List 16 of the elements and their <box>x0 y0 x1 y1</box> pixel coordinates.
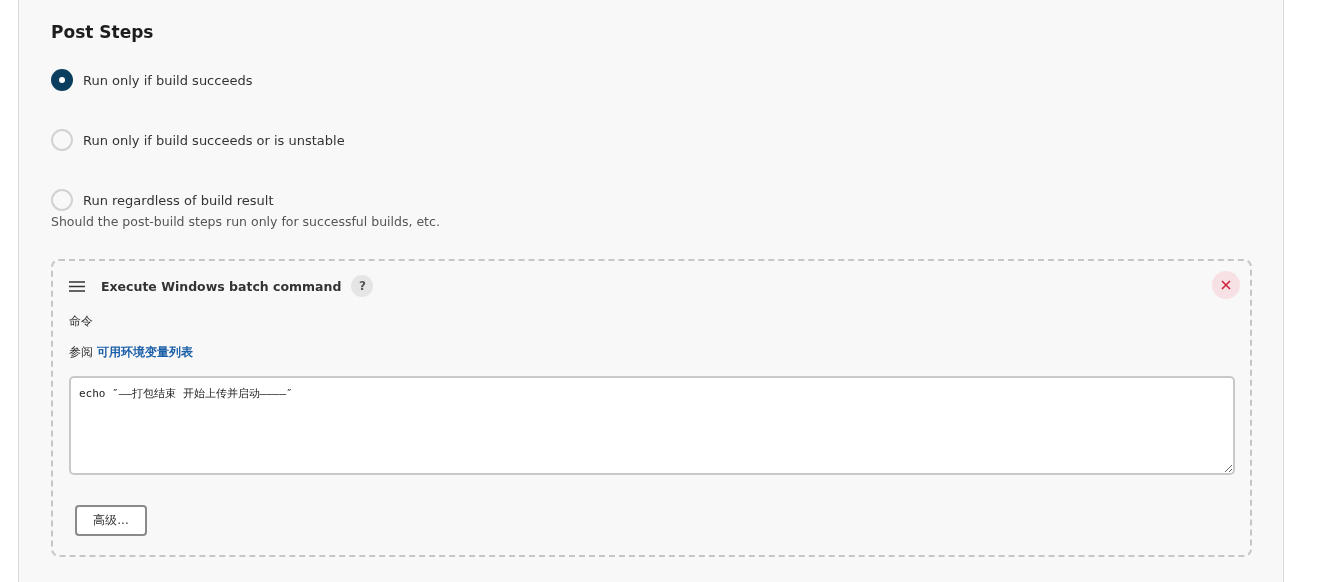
close-icon <box>1221 280 1231 290</box>
step-title: Execute Windows batch command <box>101 278 342 294</box>
close-button[interactable] <box>1212 271 1240 299</box>
radio-label: Run only if build succeeds or is unstable <box>83 132 345 148</box>
field-label: 命令 <box>69 313 94 330</box>
see-also-text: 参阅 <box>69 344 93 361</box>
help-button[interactable]: ? <box>351 275 374 297</box>
radio-label: Run only if build succeeds <box>83 72 253 88</box>
radio-label: Run regardless of build result <box>83 192 274 208</box>
advanced-button[interactable]: 高级... <box>75 505 147 536</box>
radio-button[interactable] <box>51 69 73 91</box>
section-title: Post Steps <box>51 22 155 42</box>
drag-handle-icon[interactable] <box>69 280 85 292</box>
env-vars-link[interactable]: 可用环境变量列表 <box>97 344 193 361</box>
help-text: Should the post-build steps run only for successful builds, etc. <box>51 214 441 229</box>
command-field[interactable]: echo ″——打包结束 开始上传并启动————″ <box>69 376 1235 475</box>
